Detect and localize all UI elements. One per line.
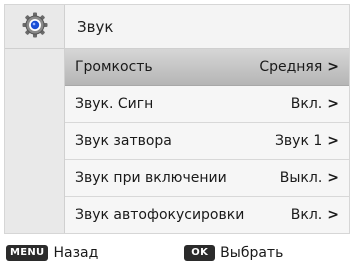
select-hint[interactable]: OK Выбрать	[184, 245, 283, 261]
select-label: Выбрать	[220, 245, 284, 261]
category-column	[5, 5, 65, 233]
menu-item-label: Громкость	[75, 59, 153, 75]
chevron-right-icon: >	[327, 133, 339, 149]
menu-item-value: Вкл.	[290, 96, 323, 112]
back-hint[interactable]: MENU Назад	[6, 245, 98, 261]
chevron-right-icon: >	[327, 59, 339, 75]
menu-item-startup-sound[interactable]: Звук при включении Выкл. >	[65, 160, 349, 197]
menu-item-value: Звук 1	[274, 133, 323, 149]
gear-icon	[22, 12, 48, 42]
menu-key-badge: MENU	[6, 245, 49, 261]
menu-item-volume[interactable]: Громкость Средняя >	[65, 49, 349, 86]
menu-item-af-sound[interactable]: Звук автофокусировки Вкл. >	[65, 197, 349, 233]
menu-item-value: Вкл.	[290, 207, 323, 223]
chevron-right-icon: >	[327, 170, 339, 186]
menu-item-value: Выкл.	[279, 170, 323, 186]
menu-item-label: Звук автофокусировки	[75, 207, 245, 223]
menu-column: Звук Громкость Средняя > Звук. Сигн Вкл.…	[65, 5, 349, 233]
menu-header-title: Звук	[65, 5, 349, 49]
menu-item-value: Средняя	[259, 59, 323, 75]
menu-item-label: Звук затвора	[75, 133, 172, 149]
menu-item-label: Звук. Сигн	[75, 96, 154, 112]
menu-item-label: Звук при включении	[75, 170, 227, 186]
chevron-right-icon: >	[327, 96, 339, 112]
button-hint-bar: MENU Назад OK Выбрать	[4, 239, 350, 267]
menu-item-beep[interactable]: Звук. Сигн Вкл. >	[65, 86, 349, 123]
back-label: Назад	[53, 245, 99, 261]
menu-item-shutter-sound[interactable]: Звук затвора Звук 1 >	[65, 123, 349, 160]
camera-menu-screen: Звук Громкость Средняя > Звук. Сигн Вкл.…	[0, 0, 355, 270]
settings-category-tab[interactable]	[5, 5, 65, 49]
ok-key-badge: OK	[184, 245, 216, 261]
menu-frame: Звук Громкость Средняя > Звук. Сигн Вкл.…	[4, 4, 350, 234]
chevron-right-icon: >	[327, 207, 339, 223]
